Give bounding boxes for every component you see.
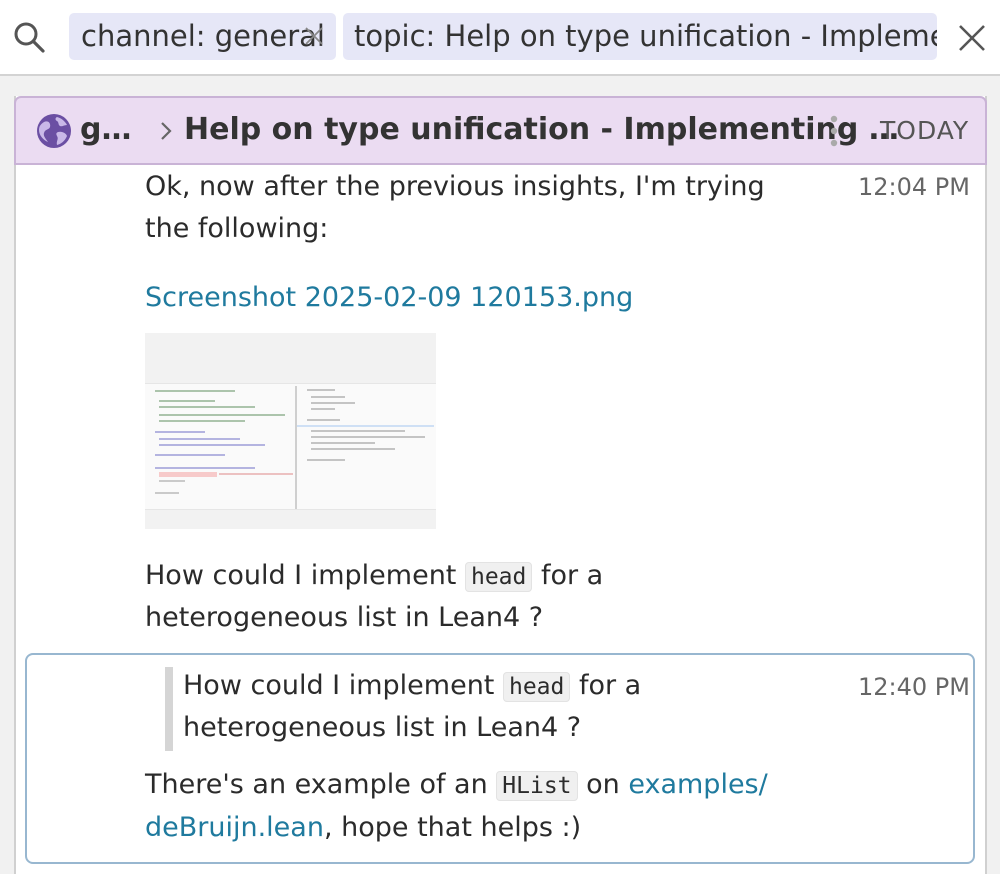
reply-text-mid: on [577, 769, 629, 800]
quote-bar [165, 667, 173, 751]
message-1-line-2: the following: [145, 213, 329, 244]
more-options-icon[interactable] [828, 114, 840, 148]
reply-text-post: , hope that helps :) [323, 812, 582, 843]
quote-line-1: How could I implement head for a [183, 665, 641, 708]
message-1-line-1: Ok, now after the previous insights, I'm… [145, 171, 765, 202]
filter-pill-topic-label: topic: Help on type unification - Implem… [354, 19, 937, 53]
quote-inline-code-head: head [502, 672, 571, 702]
attachment-thumbnail[interactable] [145, 333, 436, 529]
inline-code-hlist: HList [496, 771, 578, 801]
attachment-link[interactable]: Screenshot 2025-02-09 120153.png [145, 277, 633, 319]
reply-line-1: There's an example of an HList on exampl… [145, 764, 768, 807]
close-search-icon[interactable] [956, 22, 988, 54]
stream-name[interactable]: g… [80, 109, 131, 151]
message-1-question-line-2: heterogeneous list in Lean4 ? [145, 602, 544, 633]
question-text-post: for a [532, 560, 604, 591]
search-icon[interactable] [12, 20, 46, 54]
chevron-right-icon [161, 122, 172, 140]
inline-code-head: head [464, 562, 533, 592]
filter-pill-channel-label: channel: general [81, 19, 325, 53]
quote-text-pre: How could I implement [183, 670, 503, 701]
quote-line-2: heterogeneous list in Lean4 ? [183, 712, 582, 743]
recipient-bar[interactable]: g… Help on type unification - Implementi… [14, 96, 987, 165]
code-editor-preview-image [155, 386, 434, 509]
date-label: TODAY [880, 116, 970, 145]
remove-filter-icon[interactable] [303, 25, 325, 47]
examples-link-part-2[interactable]: deBruijn.lean [145, 812, 324, 843]
topic-name[interactable]: Help on type unification - Implementing … [184, 109, 899, 151]
message-2-timestamp[interactable]: 12:40 PM [858, 667, 970, 707]
filter-pill-channel[interactable]: channel: general [69, 13, 336, 60]
quote-text-post: for a [570, 670, 642, 701]
message-1-question-line-1: How could I implement head for a [145, 555, 603, 598]
examples-link-part-1[interactable]: examples/ [628, 769, 767, 800]
question-text-pre: How could I implement [145, 560, 465, 591]
reply-line-2: deBruijn.lean, hope that helps :) [145, 807, 581, 849]
globe-icon [37, 114, 71, 148]
search-bar: channel: general topic: Help on type uni… [0, 0, 1000, 74]
reply-text-pre: There's an example of an [145, 769, 497, 800]
message-1-timestamp[interactable]: 12:04 PM [858, 167, 970, 207]
thumbnail-editor-preview [145, 383, 436, 510]
filter-pill-topic[interactable]: topic: Help on type unification - Implem… [343, 13, 937, 60]
